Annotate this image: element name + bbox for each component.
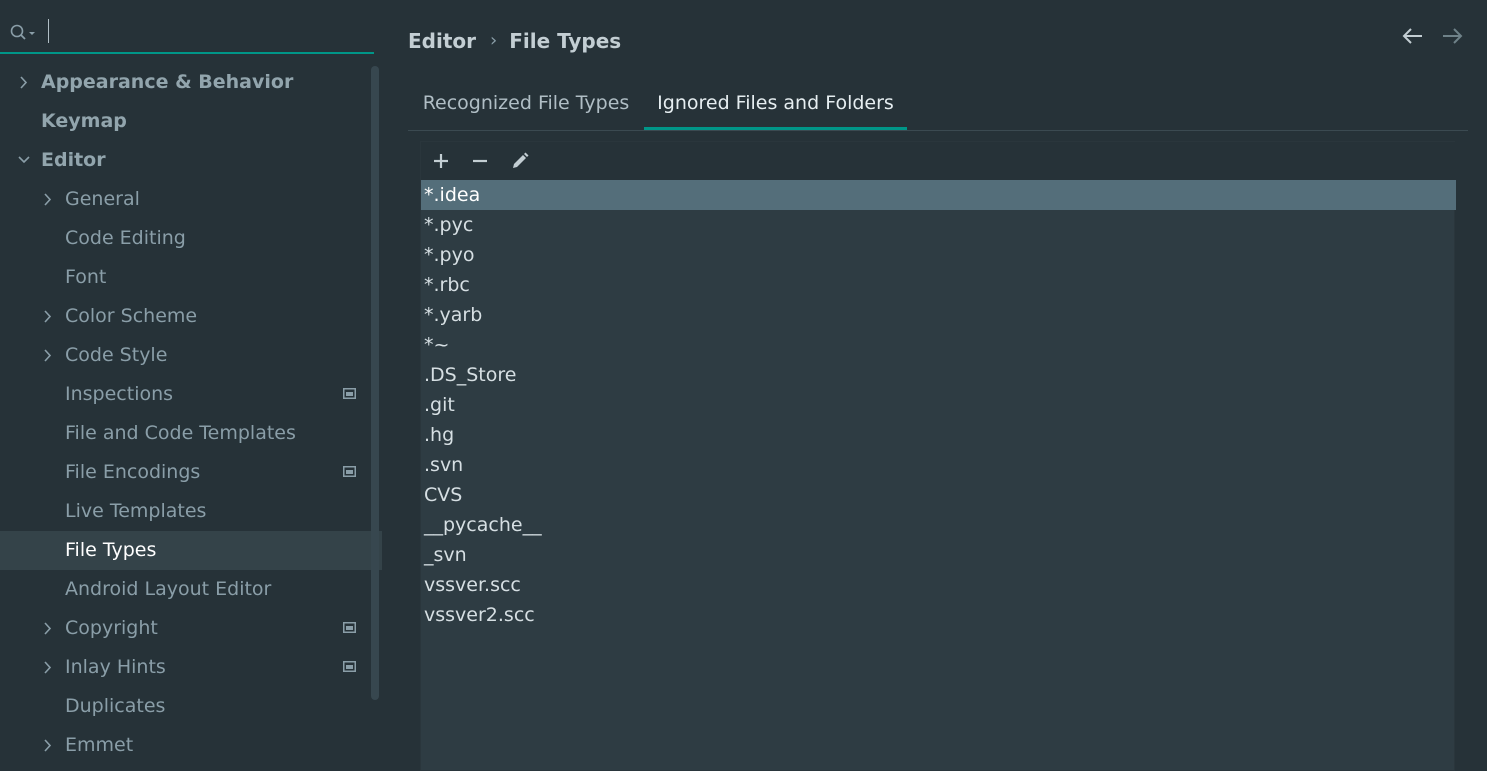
search-field[interactable] xyxy=(0,0,374,54)
list-toolbar xyxy=(421,142,1456,180)
sidebar-item-label: Code Style xyxy=(65,344,168,366)
sidebar-item-label: Inspections xyxy=(65,383,174,405)
sidebar-item[interactable]: Editor xyxy=(0,141,382,180)
list-item[interactable]: *.pyc xyxy=(421,210,1456,240)
tab-bar: Recognized File Types Ignored Files and … xyxy=(408,76,1468,131)
list-item[interactable]: vssver2.scc xyxy=(421,600,1456,630)
settings-tree: Appearance & Behavior Keymap Editor General… xyxy=(0,63,382,765)
search-input[interactable] xyxy=(48,12,358,46)
sidebar-item[interactable]: Emmet xyxy=(0,726,382,765)
chevron-right-icon[interactable] xyxy=(41,648,55,687)
add-icon[interactable] xyxy=(431,151,451,171)
list-item[interactable]: __pycache__ xyxy=(421,510,1456,540)
ignored-files-list[interactable]: *.idea *.pyc *.pyo *.rbc *.yarb *~ .DS_Store .g… xyxy=(421,180,1456,630)
chevron-right-icon[interactable] xyxy=(41,180,55,219)
sidebar-item[interactable]: Live Templates xyxy=(0,492,382,531)
project-level-icon xyxy=(343,466,356,477)
sidebar-item[interactable]: Keymap xyxy=(0,102,382,141)
project-level-icon xyxy=(343,622,356,633)
breadcrumb-current: File Types xyxy=(509,28,622,53)
sidebar-item-label: Emmet xyxy=(65,734,134,756)
sidebar-item-label: General xyxy=(65,188,140,210)
chevron-right-icon[interactable] xyxy=(17,63,31,102)
sidebar-item-label: Inlay Hints xyxy=(65,656,166,678)
sidebar-item[interactable]: File Encodings xyxy=(0,453,382,492)
chevron-right-icon[interactable] xyxy=(41,297,55,336)
sidebar-item-label: Editor xyxy=(41,149,106,171)
list-item[interactable]: *~ xyxy=(421,330,1456,360)
breadcrumb-separator: › xyxy=(490,29,498,51)
list-item[interactable]: _svn xyxy=(421,540,1456,570)
list-item[interactable]: CVS xyxy=(421,480,1456,510)
sidebar-item-label: Appearance & Behavior xyxy=(41,71,294,93)
list-item[interactable]: vssver.scc xyxy=(421,570,1456,600)
list-item[interactable]: .svn xyxy=(421,450,1456,480)
sidebar-item[interactable]: Font xyxy=(0,258,382,297)
sidebar-item[interactable]: Code Style xyxy=(0,336,382,375)
sidebar-item[interactable]: Color Scheme xyxy=(0,297,382,336)
settings-sidebar: Appearance & Behavior Keymap Editor General… xyxy=(0,0,382,771)
sidebar-item-label: Live Templates xyxy=(65,500,207,522)
sidebar-item[interactable]: General xyxy=(0,180,382,219)
sidebar-item[interactable]: File and Code Templates xyxy=(0,414,382,453)
sidebar-item-label: Keymap xyxy=(41,110,127,132)
sidebar-item[interactable]: File Types xyxy=(0,531,382,570)
chevron-right-icon[interactable] xyxy=(41,726,55,765)
sidebar-item[interactable]: Copyright xyxy=(0,609,382,648)
project-level-icon xyxy=(343,661,356,672)
text-cursor xyxy=(48,19,49,43)
breadcrumb: Editor › File Types xyxy=(408,24,621,54)
list-item[interactable]: *.rbc xyxy=(421,270,1456,300)
search-icon[interactable] xyxy=(10,24,38,42)
chevron-down-icon[interactable] xyxy=(17,141,31,180)
list-item[interactable]: .hg xyxy=(421,420,1456,450)
remove-icon[interactable] xyxy=(470,151,490,171)
sidebar-item-label: Color Scheme xyxy=(65,305,198,327)
list-item[interactable]: *.pyo xyxy=(421,240,1456,270)
tab-recognized-file-types[interactable]: Recognized File Types xyxy=(408,76,644,130)
sidebar-item-label: Font xyxy=(65,266,107,288)
sidebar-item-label: File and Code Templates xyxy=(65,422,296,444)
ignored-files-panel: *.idea *.pyc *.pyo *.rbc *.yarb *~ .DS_Store .g… xyxy=(420,141,1456,771)
list-item[interactable]: *.yarb xyxy=(421,300,1456,330)
sidebar-item[interactable]: Android Layout Editor xyxy=(0,570,382,609)
sidebar-item[interactable]: Inlay Hints xyxy=(0,648,382,687)
sidebar-item-label: Android Layout Editor xyxy=(65,578,272,600)
edit-icon[interactable] xyxy=(510,151,530,171)
list-item[interactable]: .git xyxy=(421,390,1456,420)
sidebar-item-label: File Types xyxy=(65,539,157,561)
sidebar-item[interactable]: Appearance & Behavior xyxy=(0,63,382,102)
tab-ignored-files-and-folders[interactable]: Ignored Files and Folders xyxy=(644,76,907,130)
chevron-right-icon[interactable] xyxy=(41,609,55,648)
sidebar-item-label: Duplicates xyxy=(65,695,166,717)
arrow-right-icon[interactable] xyxy=(1441,26,1463,46)
sidebar-item[interactable]: Inspections xyxy=(0,375,382,414)
sidebar-item[interactable]: Duplicates xyxy=(0,687,382,726)
breadcrumb-parent[interactable]: Editor xyxy=(408,26,476,56)
sidebar-item-label: Copyright xyxy=(65,617,158,639)
sidebar-scrollbar[interactable] xyxy=(371,66,379,700)
sidebar-item[interactable]: Code Editing xyxy=(0,219,382,258)
project-level-icon xyxy=(343,388,356,399)
sidebar-item-label: Code Editing xyxy=(65,227,186,249)
sidebar-item-label: File Encodings xyxy=(65,461,201,483)
chevron-right-icon[interactable] xyxy=(41,336,55,375)
list-item[interactable]: .DS_Store xyxy=(421,360,1456,390)
arrow-left-icon[interactable] xyxy=(1402,26,1424,46)
list-item[interactable]: *.idea xyxy=(421,180,1456,210)
